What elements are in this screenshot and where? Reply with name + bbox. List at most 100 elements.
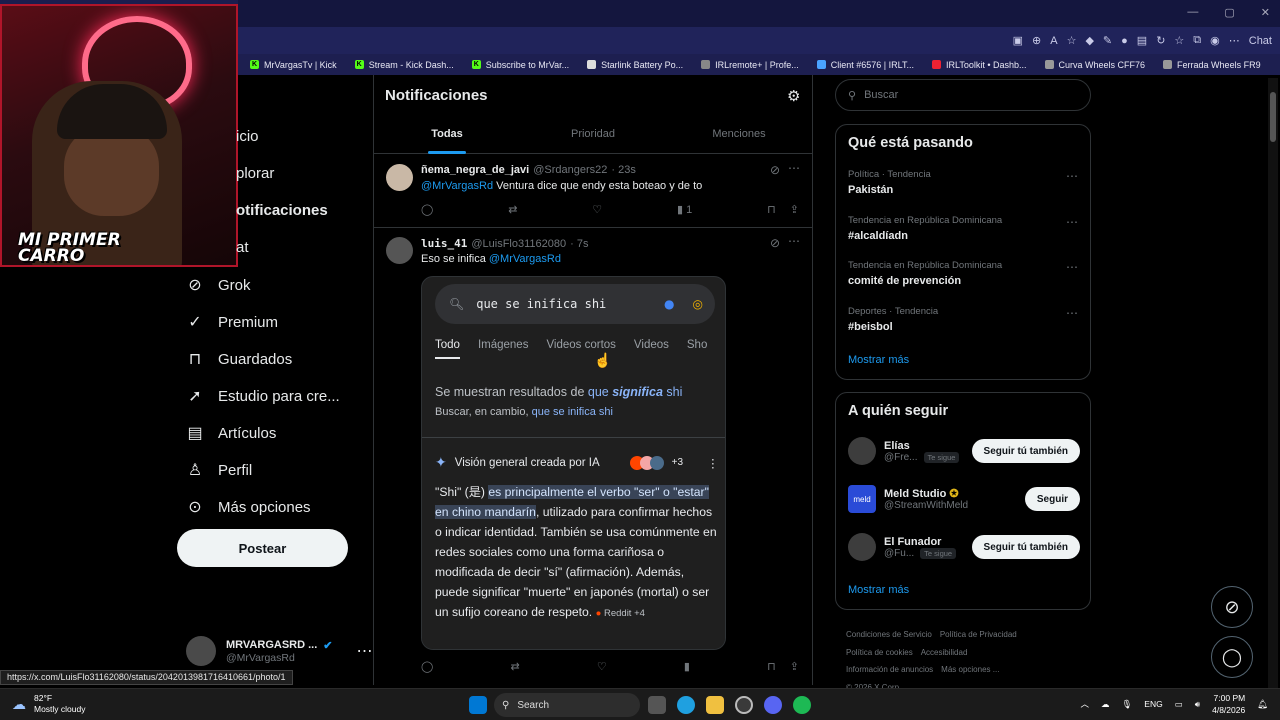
bookmark-item[interactable]: Starlink Battery Po... (587, 60, 683, 70)
tab-menciones[interactable]: Menciones (666, 122, 812, 153)
post-button[interactable]: Postear (177, 529, 348, 567)
collections-icon[interactable]: ⧉ (1193, 34, 1201, 47)
taskbar-search[interactable]: ⚲ Search (494, 693, 640, 717)
trend-item[interactable]: Tendencia en República Dominicana #alcald… (848, 215, 1078, 242)
bookmark-item[interactable]: Client #6576 | IRLT... (816, 60, 914, 70)
favorites-icon[interactable]: ☆ (1174, 34, 1184, 47)
bookmark-icon[interactable]: ⊓ (767, 660, 776, 673)
tweet-author-handle[interactable]: @Srdangers22 (533, 164, 607, 176)
nav-item-premium[interactable]: ✓ Premium (186, 312, 278, 332)
nav-item-estudio[interactable]: ➚ Estudio para cre... (186, 386, 339, 406)
discord-icon[interactable] (764, 696, 782, 714)
tweet-image[interactable]: 🔍︎ que se inifica shi ● ◎ Todo Imágenes … (421, 276, 726, 650)
weather-widget[interactable]: ☁ 82°F Mostly cloudy (12, 693, 86, 715)
trend-item[interactable]: Tendencia en República Dominicana comité … (848, 260, 1078, 287)
scrollbar[interactable] (1268, 78, 1278, 688)
nav-item-mas-opciones[interactable]: ⊙ Más opciones (186, 497, 310, 517)
maximize-icon[interactable]: ▢ (1224, 6, 1234, 19)
more-icon[interactable]: ⋯ (1066, 169, 1078, 183)
zoom-icon[interactable]: ⊕ (1032, 34, 1041, 47)
tab-todas[interactable]: Todas (374, 122, 520, 153)
clock[interactable]: 7:00 PM 4/8/2026 (1212, 692, 1245, 716)
more-icon[interactable]: ⋯ (1066, 260, 1078, 274)
bookmark-item[interactable]: Ferrada Wheels FR9 (1163, 60, 1261, 70)
extension-icon[interactable]: ✎ (1103, 34, 1112, 47)
messages-fab-icon[interactable]: ◯ (1211, 636, 1253, 678)
tweet-author-name[interactable]: luis_41 (421, 237, 467, 250)
reply-icon[interactable]: ◯ (421, 203, 433, 216)
follow-back-button[interactable]: Seguir tú también (971, 535, 1080, 559)
nav-item-chat[interactable]: at (236, 239, 249, 256)
like-icon[interactable]: ♡ (592, 203, 602, 216)
extension-icon[interactable]: ◆ (1085, 34, 1093, 47)
mention-link[interactable]: @MrVargasRd (489, 253, 561, 265)
show-more-link[interactable]: Mostrar más (848, 354, 909, 366)
trend-item[interactable]: Deportes · Tendencia #beisbol (848, 306, 1078, 333)
bookmark-item[interactable]: K Stream - Kick Dash... (354, 60, 454, 70)
share-icon[interactable]: ⇪ (790, 660, 799, 673)
tweet-author-handle[interactable]: @LuisFlo31162080 (471, 238, 566, 250)
more-icon[interactable]: ⋯ (788, 234, 800, 248)
onedrive-icon[interactable]: ☁ (1101, 699, 1110, 710)
footer-link[interactable]: Información de anuncios (846, 665, 933, 674)
copilot-chat-button[interactable]: Chat (1249, 35, 1272, 47)
close-icon[interactable]: ✕ (1261, 6, 1270, 19)
volume-icon[interactable]: 🔊︎ (1195, 699, 1200, 710)
footer-link[interactable]: Política de Privacidad (940, 630, 1017, 639)
share-icon[interactable]: ⇪ (790, 203, 799, 216)
favorite-star-icon[interactable]: ☆ (1067, 34, 1077, 47)
bookmark-item[interactable]: K Subscribe to MrVar... (471, 60, 569, 70)
views-icon[interactable]: ▮ (684, 660, 690, 673)
like-icon[interactable]: ♡ (597, 660, 607, 673)
extension-icon[interactable]: ● (1121, 35, 1128, 47)
bookmark-item[interactable]: K MrVargasTv | Kick (250, 60, 337, 70)
follow-back-button[interactable]: Seguir tú también (971, 439, 1080, 463)
profile-avatar-icon[interactable]: ◉ (1210, 34, 1220, 47)
file-explorer-icon[interactable] (706, 696, 724, 714)
microphone-icon[interactable]: 🎙︎ (1122, 699, 1133, 710)
follow-suggestion[interactable]: Elías @Fre... Te sigue Seguir tú también (848, 437, 1080, 465)
tweet-timestamp[interactable]: · 7s (570, 238, 588, 250)
nav-item-guardados[interactable]: ⊓ Guardados (186, 349, 292, 369)
language-indicator[interactable]: ENG (1144, 699, 1162, 709)
nav-item-articulos[interactable]: ▤ Artículos (186, 423, 276, 443)
nav-item-grok[interactable]: ⊘ Grok (186, 275, 250, 295)
nav-item-inicio[interactable]: icio (236, 128, 259, 145)
follow-suggestion[interactable]: meld Meld Studio ✪ @StreamWithMeld Seguir (848, 485, 1080, 513)
chevron-up-icon[interactable]: ︿ (1080, 698, 1089, 710)
footer-link[interactable]: Política de cookies (846, 648, 913, 657)
more-icon[interactable]: ⋯ (356, 641, 372, 661)
grok-icon[interactable]: ⊘ (770, 163, 780, 177)
repost-icon[interactable]: ⇄ (510, 660, 519, 673)
grok-icon[interactable]: ⊘ (770, 236, 780, 250)
reply-icon[interactable]: ◯ (421, 660, 433, 673)
tweet-timestamp[interactable]: · 23s (611, 164, 635, 176)
more-icon[interactable]: ⋯ (788, 161, 800, 175)
account-switcher[interactable]: MRVARGASRD ... ✔ @MrVargasRd ⋯ (186, 636, 372, 666)
refresh-icon[interactable]: ↻ (1156, 34, 1165, 47)
more-icon[interactable]: ⋯ (1066, 306, 1078, 320)
bookmark-item[interactable]: Curva Wheels CFF76 (1044, 60, 1145, 70)
settings-gear-icon[interactable]: ⚙ (787, 87, 800, 105)
edge-icon[interactable] (677, 696, 695, 714)
extension-icon[interactable]: ▣ (1013, 34, 1023, 47)
grok-fab-icon[interactable]: ⊘ (1211, 586, 1253, 628)
follow-suggestion[interactable]: El Funador @Fu... Te sigue Seguir tú tambi… (848, 533, 1080, 561)
follow-button[interactable]: Seguir (1024, 487, 1080, 511)
more-icon[interactable]: ⋯ (1066, 215, 1078, 229)
mention-link[interactable]: @MrVargasRd (421, 180, 493, 192)
footer-link[interactable]: Accesibilidad (921, 648, 968, 657)
tweet-author-name[interactable]: ñema_negra_de_javi (421, 164, 529, 176)
task-view-icon[interactable] (648, 696, 666, 714)
tab-prioridad[interactable]: Prioridad (520, 122, 666, 153)
repost-icon[interactable]: ⇄ (508, 203, 517, 216)
scrollbar-thumb[interactable] (1270, 92, 1276, 142)
notifications-icon[interactable]: 🔔︎ (1257, 699, 1268, 710)
tweet[interactable]: ñema_negra_de_javi @Srdangers22 · 23s ⊘ … (374, 155, 812, 228)
start-icon[interactable] (469, 696, 487, 714)
trend-item[interactable]: Política · Tendencia Pakistán (848, 169, 1078, 196)
network-icon[interactable]: ▭ (1175, 699, 1183, 710)
bookmark-item[interactable]: IRLremote+ | Profe... (701, 60, 799, 70)
views-icon[interactable]: ▮ 1 (677, 203, 692, 216)
footer-link[interactable]: Más opciones ... (941, 665, 999, 674)
